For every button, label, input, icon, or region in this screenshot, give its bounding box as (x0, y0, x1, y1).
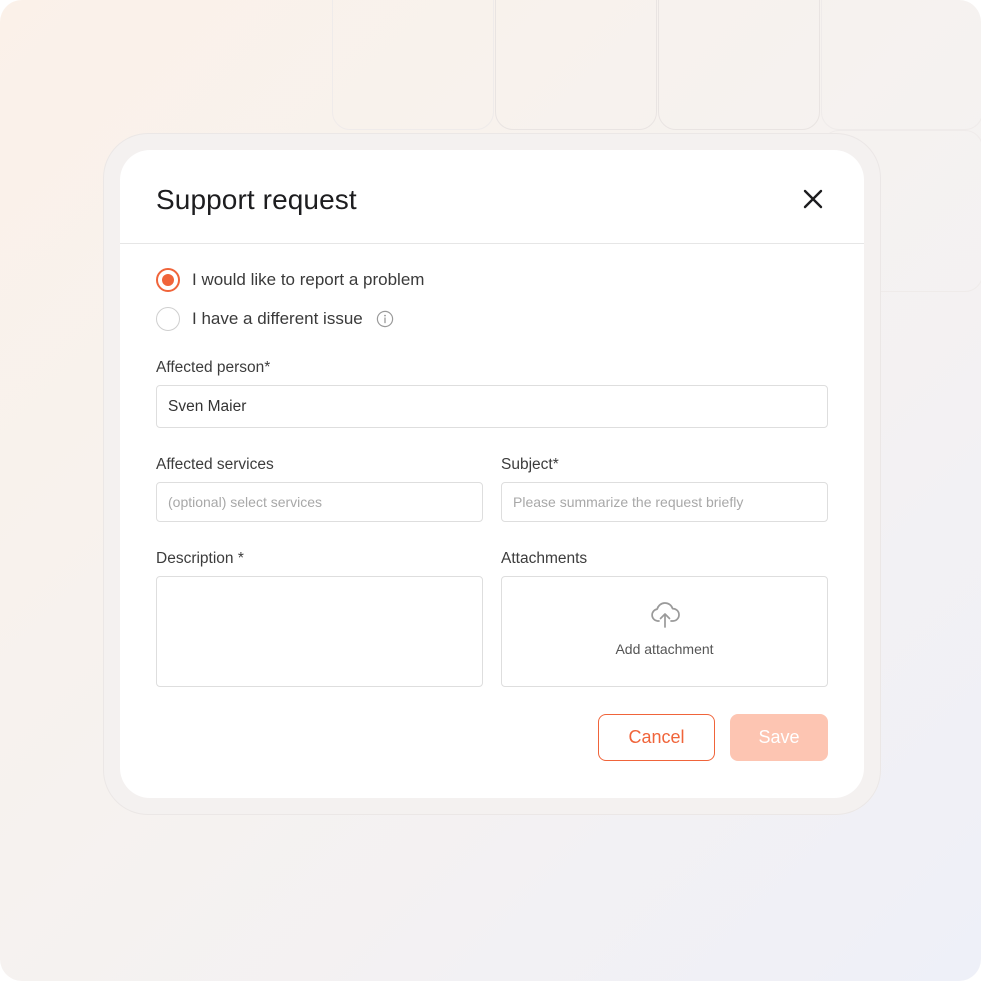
background-tile (495, 0, 657, 130)
affected-services-label: Affected services (156, 456, 274, 473)
attachments-label: Attachments (501, 550, 588, 567)
subject-input[interactable] (501, 482, 828, 522)
radio-label: I would like to report a problem (192, 270, 425, 289)
radio-option-report-problem[interactable]: I would like to report a problem (156, 268, 424, 292)
affected-person-label: Affected person* (156, 359, 271, 376)
dialog-frame: Support request I would like to report a… (104, 134, 880, 814)
radio-option-different-issue[interactable]: I have a different issue (156, 307, 394, 331)
description-label: Description * (156, 550, 244, 567)
subject-label: Subject* (501, 456, 559, 473)
background-tile (658, 0, 820, 130)
background-tile (821, 0, 981, 130)
affected-services-input[interactable] (156, 482, 483, 522)
add-attachment-label: Add attachment (615, 641, 714, 657)
support-request-dialog: Support request I would like to report a… (120, 150, 864, 798)
dialog-title: Support request (156, 184, 357, 215)
save-button[interactable]: Save (730, 714, 828, 761)
description-textarea[interactable] (156, 576, 483, 687)
background-tile (332, 0, 494, 130)
close-icon[interactable] (799, 185, 827, 213)
cancel-button[interactable]: Cancel (598, 714, 715, 761)
radio-label: I have a different issue (192, 309, 363, 328)
radio-button-selected[interactable] (156, 268, 180, 292)
cloud-upload-icon (651, 602, 680, 628)
add-attachment-dropzone[interactable]: Add attachment (501, 576, 828, 687)
dialog-header: Support request (120, 150, 864, 244)
affected-person-input[interactable] (156, 385, 828, 428)
radio-button[interactable] (156, 307, 180, 331)
info-icon[interactable] (376, 310, 394, 328)
